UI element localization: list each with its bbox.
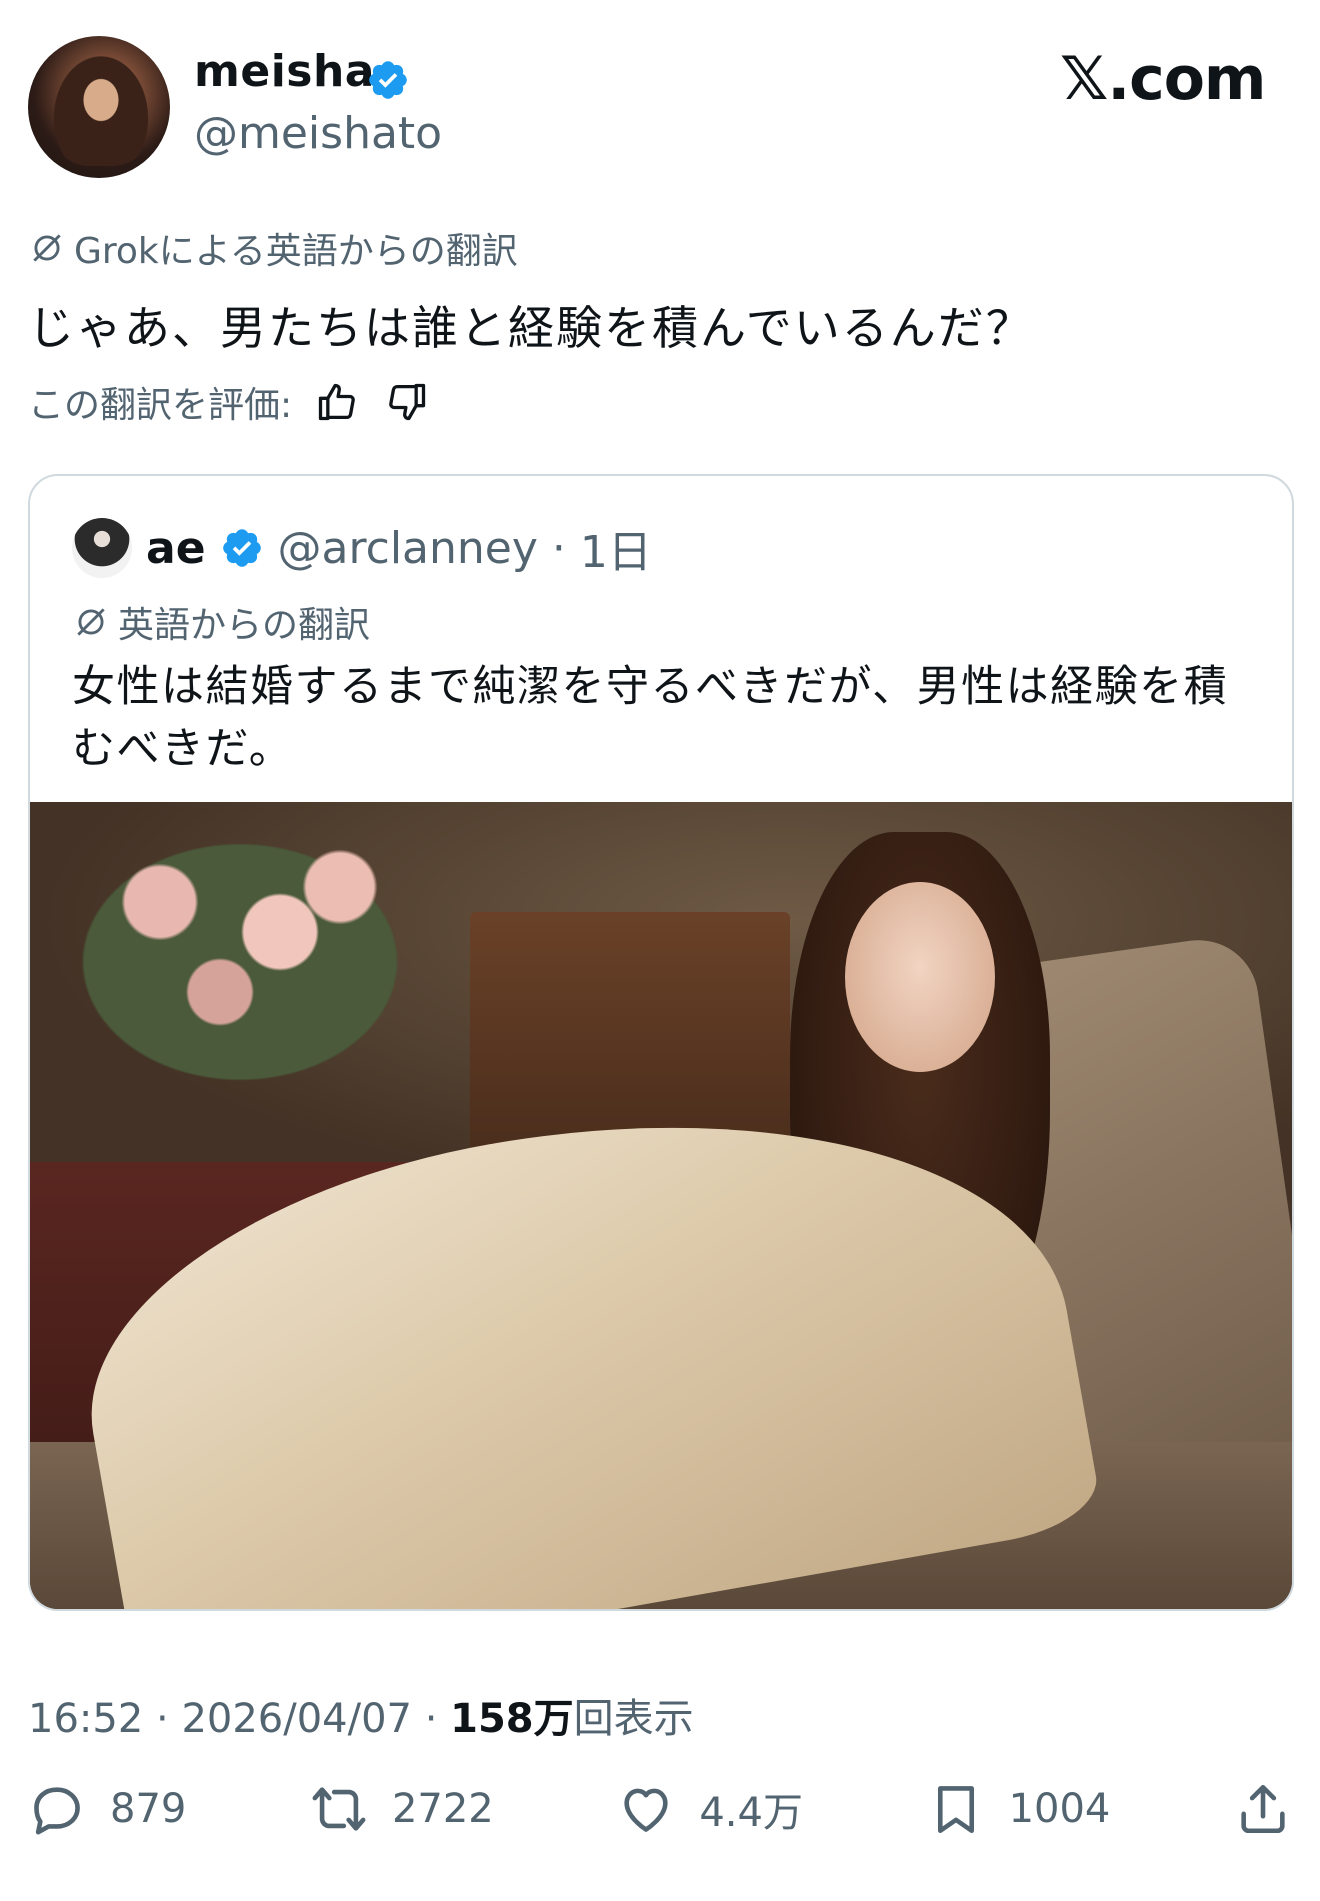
bookmark-button[interactable]: 1004 — [927, 1780, 1111, 1838]
quoted-tweet-header: ae @arclanney · 1日 — [72, 516, 652, 580]
tweet-date[interactable]: 2026/04/07 — [181, 1696, 412, 1742]
bookmark-count: 1004 — [1008, 1786, 1111, 1832]
author-avatar[interactable] — [28, 36, 170, 178]
reply-icon — [34, 1787, 80, 1835]
thumbs-down-button[interactable] — [382, 377, 432, 427]
separator-dot: · — [424, 1696, 438, 1742]
quoted-timestamp[interactable]: 1日 — [580, 516, 652, 580]
share-icon — [1241, 1784, 1285, 1834]
translation-label: Grokによる英語からの翻訳 — [28, 222, 518, 274]
tweet-meta: 16:52 · 2026/04/07 · 158万回表示 — [28, 1686, 694, 1744]
thumbs-down-icon — [389, 383, 426, 421]
quoted-author-avatar[interactable] — [72, 518, 132, 578]
separator-dot: · — [551, 522, 566, 574]
translate-icon — [77, 608, 105, 636]
translation-label-text: Grokによる英語からの翻訳 — [74, 231, 518, 272]
quoted-author-name[interactable]: ae — [146, 523, 206, 574]
rate-translation: この翻訳を評価: — [28, 376, 432, 428]
rate-translation-label: この翻訳を評価: — [28, 385, 293, 426]
x-com-logo: 𝕏.com — [1060, 44, 1266, 114]
reply-button[interactable]: 879 — [28, 1780, 186, 1838]
quoted-tweet[interactable]: ae @arclanney · 1日 英語からの翻訳 女性は結婚するまで純潔を守… — [28, 474, 1294, 1611]
repost-icon — [312, 1787, 366, 1831]
quoted-translation-label: 英語からの翻訳 — [72, 596, 370, 648]
share-button[interactable] — [1234, 1780, 1292, 1838]
repost-button[interactable]: 2722 — [310, 1780, 494, 1838]
thumbs-up-icon — [318, 383, 355, 421]
translate-icon — [33, 234, 61, 262]
heart-icon — [624, 1788, 668, 1832]
tweet-time[interactable]: 16:52 — [28, 1696, 143, 1742]
like-button[interactable]: 4.4万 — [617, 1780, 803, 1838]
separator-dot: · — [156, 1696, 169, 1742]
view-label: 回表示 — [573, 1696, 694, 1742]
quoted-tweet-image[interactable] — [30, 802, 1292, 1609]
action-bar: 879 2722 4.4万 1004 — [28, 1780, 1292, 1838]
author-handle[interactable]: @meishato — [194, 108, 442, 159]
verified-badge-icon — [222, 529, 261, 567]
verified-badge-icon — [369, 61, 407, 99]
like-count: 4.4万 — [699, 1790, 803, 1836]
view-count: 158万 — [450, 1696, 574, 1742]
reply-count: 879 — [110, 1786, 187, 1832]
author-display-name[interactable]: meisha — [194, 46, 375, 97]
quoted-tweet-text: 女性は結婚するまで純潔を守るべきだが、男性は経験を積むべきだ。 — [72, 662, 1229, 774]
quoted-author-handle[interactable]: @arclanney — [278, 523, 538, 574]
thumbs-up-button[interactable] — [312, 377, 362, 427]
bookmark-icon — [937, 1786, 974, 1834]
quoted-translation-label-text: 英語からの翻訳 — [118, 605, 371, 646]
repost-count: 2722 — [391, 1786, 494, 1832]
tweet-text: じゃあ、男たちは誰と経験を積んでいるんだ？ — [28, 301, 1034, 355]
